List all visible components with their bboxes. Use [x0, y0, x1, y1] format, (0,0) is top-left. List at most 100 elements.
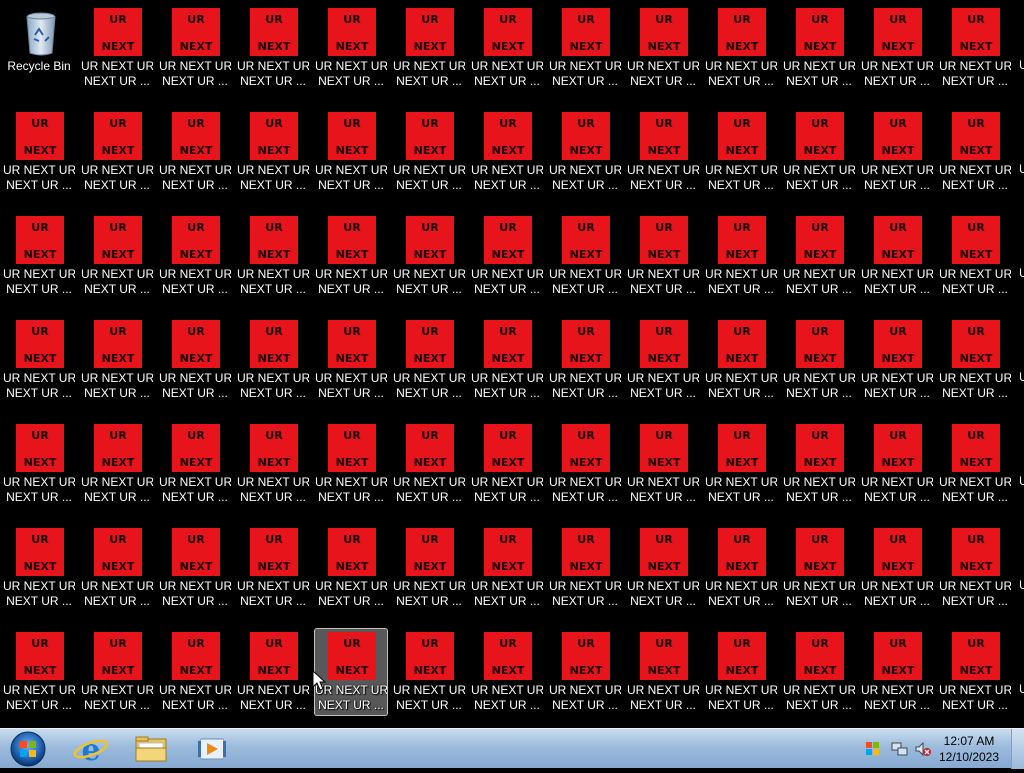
desktop-shortcut-ur-next[interactable]: UR NEXT UR NEXT UR NEXT UR ... [938, 212, 1012, 300]
desktop-shortcut-ur-next[interactable]: UR NEXT UR NEXT UR NEXT UR ... [392, 316, 466, 404]
desktop-shortcut-ur-next[interactable]: UR NEXT UR NEXT UR NEXT UR ... [860, 212, 934, 300]
desktop-shortcut-ur-next[interactable]: UR NEXT UR NEXT UR NEXT UR ... [314, 212, 388, 300]
desktop-shortcut-ur-next[interactable]: UR NEXT UR NEXT UR NEXT UR ... [470, 108, 544, 196]
desktop-shortcut-ur-next[interactable]: UR NEXT UR NEXT UR NEXT UR ... [860, 316, 934, 404]
desktop-shortcut-ur-next[interactable]: UR NEXT UR NEXT UR NEXT UR ... [158, 420, 232, 508]
desktop-shortcut-ur-next[interactable]: UR NEXT UR NEXT UR NEXT UR ... [704, 4, 778, 92]
internet-explorer-button[interactable]: e [66, 731, 116, 768]
desktop-shortcut-ur-next[interactable]: UR NEXT UR NEXT UR NEXT UR ... [158, 628, 232, 716]
desktop-shortcut-ur-next[interactable]: UR NEXT UR NEXT UR NEXT UR ... [938, 4, 1012, 92]
desktop-shortcut-ur-next[interactable]: UR NEXT UR NEXT UR NEXT UR ... [158, 212, 232, 300]
desktop-shortcut-ur-next[interactable]: UR NEXT UR NEXT UR NEXT UR ... [548, 108, 622, 196]
desktop-shortcut-ur-next[interactable]: UR NEXT UR NEXT UR NEXT UR ... [548, 420, 622, 508]
desktop-shortcut-ur-next[interactable]: UR NEXT UR NEXT UR NEXT UR ... [626, 4, 700, 92]
desktop-shortcut-ur-next[interactable]: UR NEXT UR NEXT UR NEXT UR ... [2, 108, 76, 196]
desktop-shortcut-ur-next[interactable]: UR NEXT UR NEXT UR NEXT UR ... [626, 212, 700, 300]
desktop-shortcut-ur-next[interactable]: UR NEXT UR NEXT UR NEXT UR ... [236, 420, 310, 508]
desktop-shortcut-ur-next[interactable]: UR NEXT UR NEXT UR NEXT UR ... [158, 524, 232, 612]
desktop-shortcut-ur-next[interactable]: UR NEXT UR NEXT UR NEXT UR ... [704, 316, 778, 404]
desktop-shortcut-ur-next[interactable]: UR NEXT UR NEXT UR NEXT UR ... [2, 628, 76, 716]
desktop-shortcut-ur-next[interactable]: UR NEXT UR NEXT UR NEXT UR ... [470, 4, 544, 92]
desktop-shortcut-ur-next[interactable]: UR NEXT UR NEXT UR NEXT UR ... [392, 4, 466, 92]
desktop-shortcut-ur-next[interactable]: UR NEXT UR NEXT UR NEXT UR ... [626, 108, 700, 196]
desktop-shortcut-ur-next[interactable]: UR NEXT UR NEXT UR NEXT UR ... [236, 4, 310, 92]
desktop-shortcut-ur-next[interactable]: UR NEXT UR NEXT UR NEXT UR ... [626, 628, 700, 716]
desktop-shortcut-ur-next[interactable]: UR NEXT UR NEXT UR NEXT UR ... [782, 212, 856, 300]
desktop-shortcut-ur-next[interactable]: UR NEXT UR NEXT UR NEXT UR ... [470, 212, 544, 300]
desktop-shortcut-ur-next[interactable]: UR NEXT UR NEXT UR NEXT UR ... [782, 420, 856, 508]
desktop-shortcut-ur-next[interactable]: UR NEXT UR NEXT UR NEXT UR ... [392, 524, 466, 612]
desktop-shortcut-ur-next[interactable]: UR NEXT UR NEXT UR NEXT UR ... [236, 108, 310, 196]
desktop[interactable]: Recycle Bin UR NEXT UR NEXT UR NEXT UR ... U… [0, 0, 1024, 728]
desktop-shortcut-ur-next[interactable]: UR NEXT UR NEXT UR NEXT UR ... [236, 212, 310, 300]
desktop-shortcut-ur-next[interactable]: UR NEXT UR NEXT UR NEXT UR ... [470, 628, 544, 716]
desktop-shortcut-ur-next[interactable]: UR NEXT UR NEXT UR NEXT UR ... [938, 628, 1012, 716]
desktop-shortcut-ur-next[interactable]: UR NEXT UR NEXT UR NEXT UR ... [158, 316, 232, 404]
desktop-shortcut-ur-next[interactable]: UR NEXT UR NEXT UR NEXT UR ... [2, 524, 76, 612]
desktop-shortcut-ur-next[interactable]: UR NEXT UR NEXT UR NEXT UR ... [236, 628, 310, 716]
desktop-shortcut-ur-next[interactable]: UR NEXT UR NEXT UR NEXT UR ... [80, 108, 154, 196]
desktop-shortcut-ur-next[interactable]: UR NEXT UR NEXT UR NEXT UR ... [470, 420, 544, 508]
desktop-shortcut-ur-next[interactable]: UR NEXT UR NEXT UR NEXT UR ... [158, 4, 232, 92]
desktop-shortcut-ur-next[interactable]: UR NEXT UR NEXT UR NEXT UR ... [314, 316, 388, 404]
desktop-shortcut-ur-next[interactable]: UR NEXT UR NEXT UR NEXT UR ... [782, 524, 856, 612]
desktop-shortcut-ur-next[interactable]: UR NEXT UR NEXT UR NEXT UR ... [704, 524, 778, 612]
desktop-shortcut-ur-next[interactable]: UR NEXT UR NEXT UR NEXT UR ... [860, 524, 934, 612]
clipped-shortcut-label[interactable]: U [1019, 682, 1024, 696]
clipped-shortcut-label[interactable]: U [1019, 162, 1024, 176]
clipped-shortcut-label[interactable]: U [1019, 266, 1024, 280]
desktop-shortcut-ur-next[interactable]: UR NEXT UR NEXT UR NEXT UR ... [470, 316, 544, 404]
desktop-shortcut-ur-next[interactable]: UR NEXT UR NEXT UR NEXT UR ... [548, 316, 622, 404]
desktop-shortcut-ur-next[interactable]: UR NEXT UR NEXT UR NEXT UR ... [80, 4, 154, 92]
desktop-shortcut-ur-next[interactable]: UR NEXT UR NEXT UR NEXT UR ... [392, 420, 466, 508]
desktop-shortcut-ur-next[interactable]: UR NEXT UR NEXT UR NEXT UR ... [314, 108, 388, 196]
desktop-shortcut-ur-next[interactable]: UR NEXT UR NEXT UR NEXT UR ... [782, 316, 856, 404]
clipped-shortcut-label[interactable]: U [1019, 58, 1024, 72]
desktop-shortcut-ur-next[interactable]: UR NEXT UR NEXT UR NEXT UR ... [860, 4, 934, 92]
taskbar-clock[interactable]: 12:07 AM 12/10/2023 [934, 733, 1004, 765]
desktop-shortcut-ur-next[interactable]: UR NEXT UR NEXT UR NEXT UR ... [80, 420, 154, 508]
clipped-shortcut-label[interactable]: U [1019, 474, 1024, 488]
desktop-shortcut-ur-next[interactable]: UR NEXT UR NEXT UR NEXT UR ... [314, 524, 388, 612]
clipped-shortcut-label[interactable]: U [1019, 370, 1024, 384]
clipped-shortcut-label[interactable]: U [1019, 578, 1024, 592]
desktop-shortcut-ur-next[interactable]: UR NEXT UR NEXT UR NEXT UR ... [314, 420, 388, 508]
desktop-shortcut-ur-next[interactable]: UR NEXT UR NEXT UR NEXT UR ... [704, 420, 778, 508]
desktop-shortcut-ur-next[interactable]: UR NEXT UR NEXT UR NEXT UR ... [938, 108, 1012, 196]
desktop-shortcut-ur-next[interactable]: UR NEXT UR NEXT UR NEXT UR ... [2, 316, 76, 404]
desktop-shortcut-ur-next[interactable]: UR NEXT UR NEXT UR NEXT UR ... [626, 316, 700, 404]
desktop-shortcut-ur-next[interactable]: UR NEXT UR NEXT UR NEXT UR ... [704, 212, 778, 300]
desktop-shortcut-ur-next[interactable]: UR NEXT UR NEXT UR NEXT UR ... [548, 4, 622, 92]
desktop-shortcut-ur-next[interactable]: UR NEXT UR NEXT UR NEXT UR ... [860, 628, 934, 716]
desktop-shortcut-ur-next[interactable]: UR NEXT UR NEXT UR NEXT UR ... [548, 524, 622, 612]
desktop-shortcut-ur-next[interactable]: UR NEXT UR NEXT UR NEXT UR ... [80, 316, 154, 404]
desktop-shortcut-ur-next[interactable]: UR NEXT UR NEXT UR NEXT UR ... [860, 420, 934, 508]
network-icon[interactable] [890, 740, 908, 758]
desktop-shortcut-ur-next[interactable]: UR NEXT UR NEXT UR NEXT UR ... [392, 628, 466, 716]
desktop-shortcut-ur-next[interactable]: UR NEXT UR NEXT UR NEXT UR ... [938, 316, 1012, 404]
desktop-shortcut-ur-next[interactable]: UR NEXT UR NEXT UR NEXT UR ... [80, 524, 154, 612]
desktop-shortcut-ur-next[interactable]: UR NEXT UR NEXT UR NEXT UR ... [782, 628, 856, 716]
show-desktop-button[interactable] [1011, 729, 1024, 769]
desktop-shortcut-ur-next[interactable]: UR NEXT UR NEXT UR NEXT UR ... [80, 628, 154, 716]
desktop-shortcut-ur-next[interactable]: UR NEXT UR NEXT UR NEXT UR ... [938, 524, 1012, 612]
media-player-button[interactable] [186, 731, 236, 767]
desktop-shortcut-ur-next[interactable]: UR NEXT UR NEXT UR NEXT UR ... [314, 4, 388, 92]
desktop-shortcut-ur-next[interactable]: UR NEXT UR NEXT UR NEXT UR ... [860, 108, 934, 196]
volume-muted-icon[interactable] [914, 740, 932, 758]
desktop-shortcut-ur-next[interactable]: UR NEXT UR NEXT UR NEXT UR ... [2, 212, 76, 300]
desktop-shortcut-ur-next[interactable]: UR NEXT UR NEXT UR NEXT UR ... [236, 524, 310, 612]
file-explorer-button[interactable] [126, 731, 176, 767]
desktop-shortcut-ur-next[interactable]: UR NEXT UR NEXT UR NEXT UR ... [392, 212, 466, 300]
desktop-shortcut-ur-next[interactable]: UR NEXT UR NEXT UR NEXT UR ... [704, 628, 778, 716]
desktop-shortcut-ur-next[interactable]: UR NEXT UR NEXT UR NEXT UR ... [548, 628, 622, 716]
desktop-shortcut-ur-next[interactable]: UR NEXT UR NEXT UR NEXT UR ... [704, 108, 778, 196]
desktop-shortcut-ur-next[interactable]: UR NEXT UR NEXT UR NEXT UR ... [470, 524, 544, 612]
desktop-shortcut-ur-next[interactable]: UR NEXT UR NEXT UR NEXT UR ... [782, 4, 856, 92]
desktop-shortcut-ur-next[interactable]: UR NEXT UR NEXT UR NEXT UR ... [392, 108, 466, 196]
action-center-flag-icon[interactable] [864, 740, 882, 758]
recycle-bin[interactable]: Recycle Bin [2, 4, 76, 92]
start-button[interactable] [4, 729, 52, 769]
desktop-shortcut-ur-next[interactable]: UR NEXT UR NEXT UR NEXT UR ... [158, 108, 232, 196]
desktop-shortcut-ur-next[interactable]: UR NEXT UR NEXT UR NEXT UR ... [236, 316, 310, 404]
